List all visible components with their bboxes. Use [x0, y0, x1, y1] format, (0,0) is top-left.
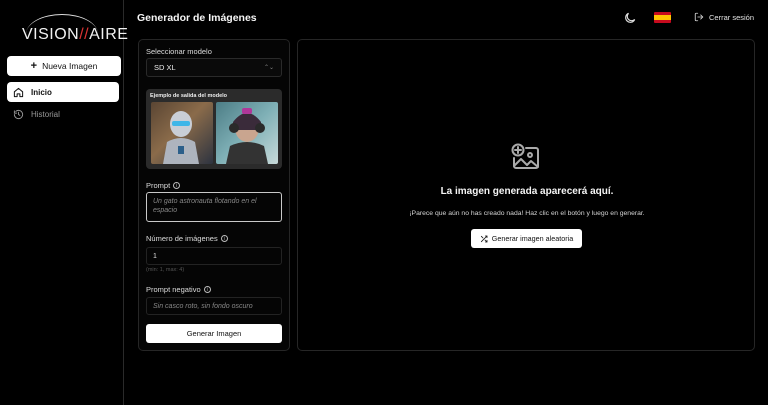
prompt-input[interactable]: Un gato astronauta flotando en el espaci…: [146, 192, 282, 222]
output-title: La imagen generada aparecerá aquí.: [440, 186, 614, 197]
image-add-icon: [510, 142, 542, 174]
logout-icon: [694, 12, 704, 22]
negative-prompt-input[interactable]: Sin casco roto, sin fondo oscuro: [146, 297, 282, 315]
shuffle-icon: [480, 235, 488, 242]
negative-prompt-label: Prompt negativo i: [146, 285, 211, 294]
output-subtitle: ¡Parece que aún no has creado nada! Haz …: [409, 210, 645, 217]
model-example-card: Ejemplo de salida del modelo: [146, 89, 282, 169]
generation-form: Seleccionar modelo SD XL ⌃⌄ Ejemplo de s…: [138, 39, 290, 351]
example-image-cyborg: [216, 102, 278, 164]
new-image-label: Nueva Imagen: [42, 61, 98, 71]
chevron-updown-icon: ⌃⌄: [263, 65, 274, 71]
sidebar-item-label: Historial: [31, 109, 60, 119]
generate-image-button[interactable]: Generar Imagen: [146, 324, 282, 343]
page-title: Generador de Imágenes: [137, 12, 257, 24]
sidebar-item-inicio[interactable]: Inicio: [7, 82, 119, 102]
info-icon[interactable]: i: [220, 235, 228, 242]
output-panel: La imagen generada aparecerá aquí. ¡Pare…: [297, 39, 755, 351]
moon-icon: [625, 12, 636, 23]
model-select[interactable]: SD XL ⌃⌄: [146, 58, 282, 77]
info-icon[interactable]: i: [173, 182, 181, 189]
num-images-label: Número de imágenes i: [146, 234, 228, 243]
home-icon: [12, 86, 24, 98]
example-label: Ejemplo de salida del modelo: [150, 93, 228, 99]
model-value: SD XL: [154, 63, 176, 72]
history-icon: [12, 108, 24, 120]
theme-toggle-button[interactable]: [623, 11, 637, 25]
sidebar: VISION//AIRE + Nueva Imagen Inicio Histo…: [0, 0, 129, 405]
sidebar-item-historial[interactable]: Historial: [7, 104, 119, 124]
negative-prompt-label-text: Prompt negativo: [146, 285, 201, 294]
brand-logo[interactable]: VISION//AIRE: [22, 12, 129, 48]
model-label: Seleccionar modelo: [146, 47, 212, 56]
new-image-button[interactable]: + Nueva Imagen: [7, 56, 121, 76]
num-images-input[interactable]: 1: [146, 247, 282, 265]
prompt-label: Prompt i: [146, 181, 181, 190]
info-icon[interactable]: i: [203, 286, 211, 293]
sidebar-item-label: Inicio: [31, 87, 52, 97]
num-images-hint: (min: 1, max: 4): [146, 267, 185, 273]
logout-label: Cerrar sesión: [709, 12, 755, 22]
num-images-label-text: Número de imágenes: [146, 234, 218, 243]
language-flag-es[interactable]: [654, 12, 671, 23]
random-image-label: Generar imagen aleatoria: [491, 234, 574, 243]
logo-text: VISION//AIRE: [22, 26, 129, 43]
logout-button[interactable]: Cerrar sesión: [694, 12, 754, 22]
random-image-button[interactable]: Generar imagen aleatoria: [471, 229, 582, 248]
plus-icon: +: [30, 59, 38, 72]
example-image-robot: [151, 102, 213, 164]
prompt-label-text: Prompt: [146, 181, 171, 190]
